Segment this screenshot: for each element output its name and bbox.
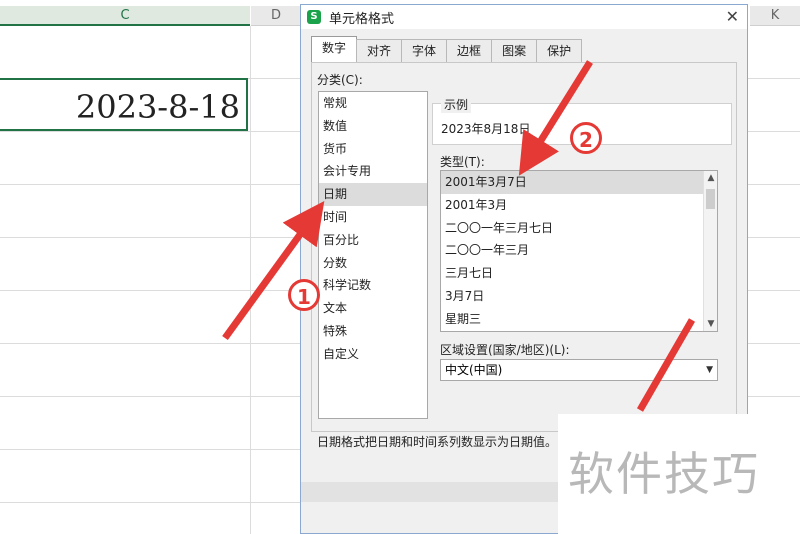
step-badge-2: 2 [570, 122, 602, 154]
arrow-3 [636, 318, 696, 412]
arrow-1 [222, 200, 325, 341]
watermark-text: 软件技巧 [568, 447, 760, 501]
step-badge-1: 1 [288, 279, 320, 311]
